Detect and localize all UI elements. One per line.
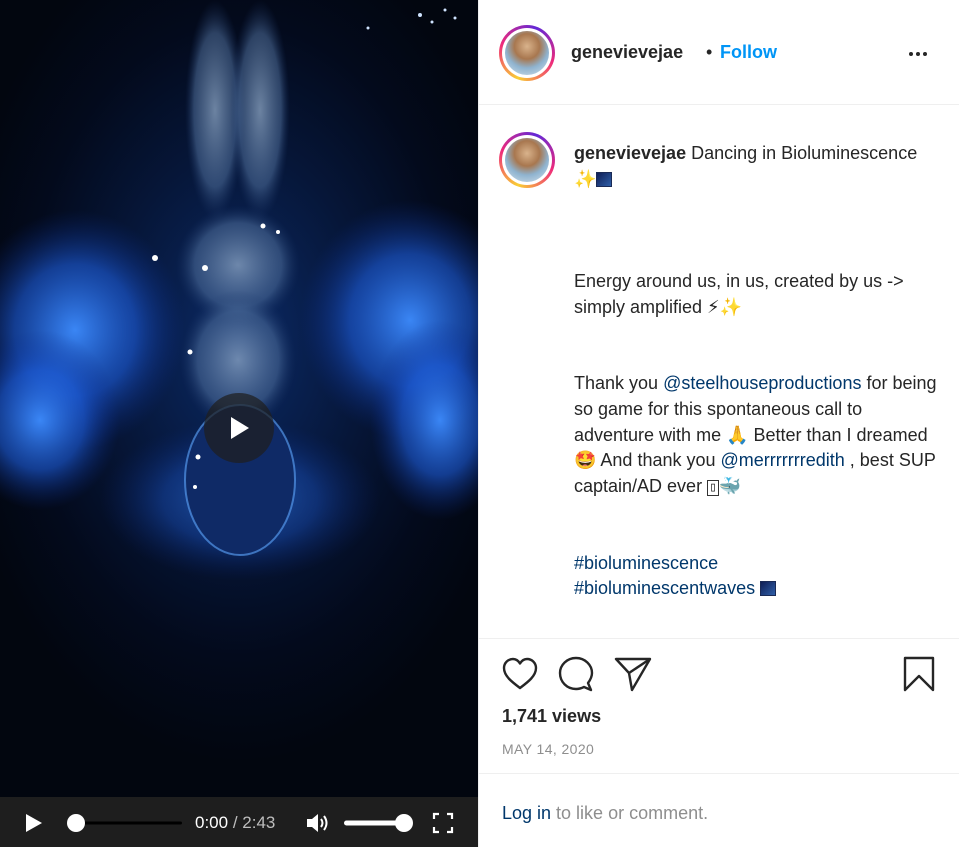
post-side-panel: genevievejae • Follow genevievejae Danci…	[478, 0, 959, 847]
header-username[interactable]: genevievejae	[571, 42, 683, 63]
play-icon	[231, 417, 249, 439]
caption-para3-d: 🐳	[718, 475, 742, 496]
current-time: 0:00	[195, 813, 229, 832]
time-separator: /	[228, 813, 243, 832]
more-options-icon[interactable]	[909, 52, 931, 58]
volume-slider[interactable]	[340, 813, 418, 833]
play-overlay-button[interactable]	[204, 393, 274, 463]
separator-dot: •	[706, 42, 713, 62]
mention-steelhouseproductions[interactable]: @steelhouseproductions	[663, 373, 861, 393]
save-bookmark-icon[interactable]	[903, 656, 935, 692]
login-link[interactable]: Log in	[502, 803, 551, 823]
seek-handle[interactable]	[67, 814, 85, 832]
video-player[interactable]: 0:00 / 2:43	[0, 0, 478, 847]
login-prompt-text: to like or comment.	[551, 803, 709, 823]
view-count[interactable]: 1,741 views	[502, 706, 601, 727]
post-header: genevievejae • Follow	[479, 0, 959, 105]
login-prompt: Log in to like or comment.	[502, 803, 708, 824]
play-button[interactable]	[24, 813, 44, 833]
follow-button[interactable]: Follow	[720, 42, 777, 63]
caption-para3-a: Thank you	[574, 373, 664, 394]
seek-bar[interactable]	[66, 813, 184, 833]
caption-avatar[interactable]	[499, 132, 555, 188]
avatar[interactable]	[499, 25, 555, 81]
caption-avatar-image	[505, 138, 549, 182]
volume-handle[interactable]	[395, 814, 413, 832]
comment-icon[interactable]	[558, 656, 594, 692]
avatar-image	[505, 31, 549, 75]
caption-para2: Energy around us, in us, created by us -…	[574, 270, 909, 317]
fullscreen-icon[interactable]	[432, 812, 454, 834]
share-icon[interactable]	[614, 656, 652, 692]
hashtag-bioluminescentwaves[interactable]: #bioluminescentwaves	[574, 578, 755, 598]
caption-text: genevievejae Dancing in Bioluminescence …	[574, 141, 944, 602]
night-sky-emoji-icon-2	[760, 581, 777, 597]
volume-icon[interactable]	[305, 812, 331, 834]
caption-area[interactable]: genevievejae Dancing in Bioluminescence …	[479, 106, 959, 638]
mention-merrrrrrredith[interactable]: @merrrrrrredith	[721, 450, 845, 470]
post-date[interactable]: MAY 14, 2020	[502, 741, 594, 757]
unknown-glyph-icon: ▯	[707, 479, 719, 496]
video-time: 0:00 / 2:43	[195, 813, 275, 833]
like-heart-icon[interactable]	[502, 657, 538, 691]
caption-username[interactable]: genevievejae	[574, 143, 686, 163]
post-actions: 1,741 views MAY 14, 2020	[479, 638, 959, 774]
night-sky-emoji-icon	[596, 171, 613, 187]
duration: 2:43	[242, 813, 276, 832]
hashtag-bioluminescence[interactable]: #bioluminescence	[574, 553, 718, 573]
